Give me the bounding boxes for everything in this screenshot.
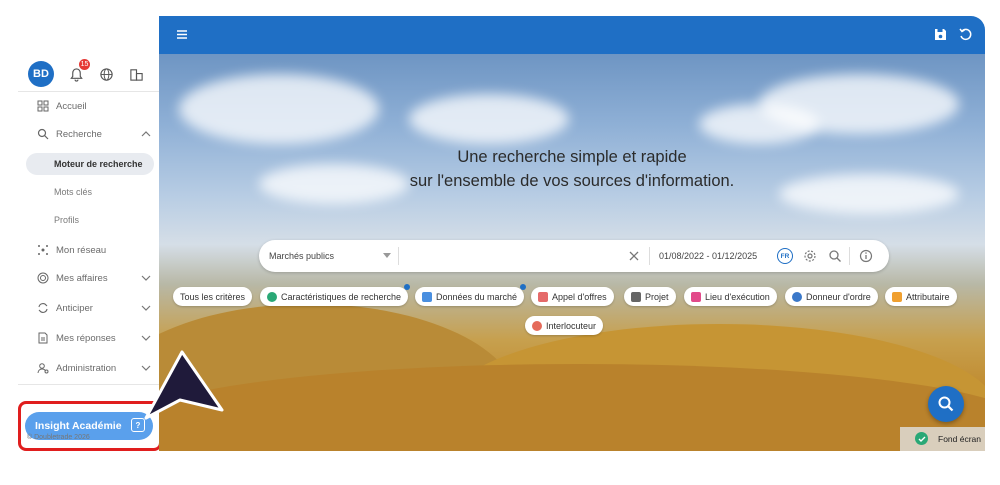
chip-appel-offres[interactable]: Appel d'offres: [531, 287, 614, 306]
check-icon: [915, 432, 928, 445]
building-icon[interactable]: [128, 66, 144, 82]
awardee-icon: [892, 291, 902, 302]
divider: [398, 247, 399, 265]
sidebar-item-anticiper[interactable]: Anticiper: [18, 296, 159, 320]
top-bar: [159, 16, 985, 54]
main-area: Une recherche simple et rapide sur l'ens…: [159, 16, 985, 451]
refresh-arrows-icon: [36, 301, 50, 315]
chip-label: Appel d'offres: [552, 291, 607, 302]
chip-lieu-execution[interactable]: Lieu d'exécution: [684, 287, 777, 306]
sidebar-item-recherche[interactable]: Recherche: [18, 122, 159, 146]
divider: [649, 247, 650, 265]
chip-caracteristiques[interactable]: Caractéristiques de recherche: [260, 284, 411, 306]
cloud: [179, 74, 379, 144]
hero-background: Une recherche simple et rapide sur l'ens…: [159, 54, 985, 451]
chip-label: Données du marché: [436, 291, 518, 302]
reset-icon[interactable]: [958, 27, 973, 42]
cloud: [409, 94, 569, 144]
chevron-down-icon: [141, 275, 151, 281]
sidebar-item-mes-reponses[interactable]: Mes réponses: [18, 326, 159, 350]
chevron-down-icon: [141, 335, 151, 341]
chevron-up-icon: [141, 131, 151, 137]
app-window: BD 15 Accueil Recherche Moteur de recher…: [0, 0, 1000, 485]
chip-label: Lieu d'exécution: [705, 291, 770, 302]
chevron-down-icon: [141, 305, 151, 311]
chip-label: Attributaire: [906, 291, 950, 302]
sidebar-item-label: Anticiper: [56, 302, 93, 314]
user-settings-icon: [36, 361, 50, 375]
sidebar-item-label: Accueil: [56, 100, 87, 112]
chip-donneur-ordre[interactable]: Donneur d'ordre: [785, 287, 878, 306]
chip-donnees-marche[interactable]: Données du marché: [415, 284, 527, 306]
chip-interlocuteur[interactable]: Interlocuteur: [525, 316, 604, 335]
sidebar-item-label: Mes réponses: [56, 332, 116, 344]
search-icon[interactable]: [828, 249, 842, 263]
document-icon: [36, 331, 50, 345]
buyer-icon: [792, 291, 802, 302]
search-icon: [938, 396, 954, 412]
sidebar-item-administration[interactable]: Administration: [18, 356, 159, 380]
sidebar-item-label: Recherche: [56, 128, 102, 140]
chip-label: Interlocuteur: [546, 320, 597, 331]
pointer-arrow-icon: [144, 350, 224, 420]
language-button[interactable]: FR: [777, 248, 793, 264]
notification-badge: 15: [79, 59, 90, 70]
sidebar-subitem-mots-cles[interactable]: Mots clés: [26, 181, 154, 203]
source-select[interactable]: Marchés publics: [269, 240, 334, 272]
hero-headline-line1: Une recherche simple et rapide: [457, 148, 687, 166]
hamburger-menu-icon[interactable]: [175, 27, 190, 42]
sidebar-item-label: Mon réseau: [56, 244, 107, 256]
copyright: © Doubletrade 2026: [27, 434, 90, 441]
active-indicator-dot: [404, 284, 411, 290]
avatar[interactable]: BD: [28, 61, 54, 87]
cloud: [759, 74, 959, 134]
globe-icon[interactable]: [98, 66, 114, 82]
chip-label: Projet: [645, 291, 669, 302]
search-criteria-icon: [267, 291, 277, 302]
chip-projet[interactable]: Projet: [624, 287, 676, 306]
bell-icon[interactable]: 15: [68, 59, 90, 82]
location-icon: [691, 291, 701, 302]
clear-icon[interactable]: [627, 249, 641, 263]
sidebar-subitem-moteur[interactable]: Moteur de recherche: [26, 153, 154, 175]
chip-tous-criteres[interactable]: Tous les critères: [173, 287, 253, 306]
chip-label: Tous les critères: [180, 291, 246, 302]
sidebar-item-label: Mes affaires: [56, 272, 108, 284]
divider: [18, 384, 159, 385]
floating-search-button[interactable]: [928, 386, 964, 422]
network-icon: [36, 243, 50, 257]
active-indicator-dot: [520, 284, 527, 290]
info-icon[interactable]: [859, 249, 873, 263]
market-data-icon: [422, 291, 432, 302]
divider: [849, 247, 850, 265]
sidebar: BD 15 Accueil Recherche Moteur de recher…: [18, 50, 159, 450]
chip-label: Donneur d'ordre: [806, 291, 871, 302]
target-icon: [36, 271, 50, 285]
search-icon: [36, 127, 50, 141]
sidebar-subitem-profils[interactable]: Profils: [26, 209, 154, 231]
background-toggle[interactable]: Fond écran: [900, 427, 985, 451]
search-bar: Marchés publics 01/08/2022 - 01/12/2025 …: [259, 240, 889, 272]
academy-label: Insight Académie: [35, 420, 122, 432]
caret-down-icon[interactable]: [383, 253, 391, 258]
chip-attributaire[interactable]: Attributaire: [885, 287, 957, 306]
sidebar-item-accueil[interactable]: Accueil: [18, 94, 159, 118]
background-toggle-label: Fond écran: [938, 434, 981, 444]
contact-icon: [532, 320, 542, 331]
project-icon: [631, 291, 641, 302]
save-icon[interactable]: [933, 27, 948, 42]
divider: [18, 91, 159, 92]
sidebar-item-mon-reseau[interactable]: Mon réseau: [18, 238, 159, 262]
sidebar-top-icons: BD 15: [28, 59, 144, 88]
hero-headline-line2: sur l'ensemble de vos sources d'informat…: [409, 172, 735, 190]
dashboard-icon: [36, 99, 50, 113]
tender-icon: [538, 291, 548, 302]
gear-icon[interactable]: [803, 249, 817, 263]
sidebar-item-label: Administration: [56, 362, 117, 374]
chip-label: Caractéristiques de recherche: [281, 291, 402, 302]
date-range-field[interactable]: 01/08/2022 - 01/12/2025: [659, 240, 757, 272]
sidebar-item-mes-affaires[interactable]: Mes affaires: [18, 266, 159, 290]
